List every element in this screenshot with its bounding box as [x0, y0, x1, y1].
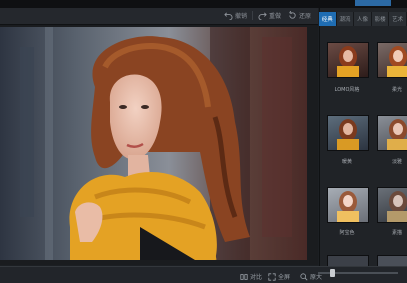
effect-preview-image — [387, 191, 407, 222]
effect-label: LOMO风格 — [334, 87, 360, 93]
effect-preview-image — [387, 46, 407, 77]
effect-preview-image — [337, 191, 359, 222]
effect-thumb[interactable] — [377, 187, 407, 223]
restore-icon — [289, 11, 296, 19]
magnifier-icon — [300, 272, 308, 280]
effect-thumb[interactable] — [327, 42, 369, 78]
restore-label: 还原 — [299, 13, 312, 20]
bottom-toolbar: 对比 全屏 原大 — [0, 266, 407, 283]
fullscreen-button[interactable]: 全屏 — [268, 272, 290, 281]
toolbar-divider — [252, 11, 253, 20]
zoom-slider-handle[interactable] — [330, 269, 335, 277]
redo-button[interactable]: 重做 — [258, 10, 281, 21]
effect-label: 阿宝色 — [339, 230, 355, 236]
edit-toolbar: 撤销 重做 还原 — [0, 8, 318, 25]
fullscreen-icon — [268, 272, 276, 281]
effect-preview-image — [337, 119, 359, 150]
effect-preview-image — [337, 46, 359, 77]
tab-classic[interactable]: 经典 — [319, 12, 337, 26]
fullscreen-label: 全屏 — [278, 274, 291, 281]
effect-label: 淡雅 — [391, 159, 402, 165]
effect-thumb[interactable] — [327, 187, 369, 223]
top-thumbnail[interactable] — [355, 0, 391, 6]
restore-button[interactable]: 还原 — [288, 10, 311, 21]
undo-label: 撤销 — [235, 13, 248, 20]
compare-icon — [240, 273, 248, 280]
undo-icon — [224, 12, 233, 20]
edited-photo[interactable] — [0, 27, 307, 260]
compare-button[interactable]: 对比 — [240, 272, 262, 281]
tab-trend[interactable]: 潮流 — [336, 12, 355, 26]
tab-art[interactable]: 艺术 — [389, 12, 407, 26]
undo-button[interactable]: 撤销 — [224, 10, 247, 21]
effect-thumb[interactable] — [327, 115, 369, 151]
photo-editor-window: 撤销 重做 还原 经典 潮流 人像 影楼 艺术 LOMO风格 柔光 暖黄 淡雅 … — [0, 0, 407, 283]
effect-label: 柔光 — [391, 87, 402, 93]
tab-portrait[interactable]: 人像 — [354, 12, 372, 26]
redo-icon — [258, 12, 267, 20]
compare-label: 对比 — [250, 274, 263, 281]
effect-label: 暖黄 — [341, 159, 352, 165]
effect-thumb[interactable] — [377, 115, 407, 151]
effect-label: 素描 — [391, 230, 402, 236]
tab-studio[interactable]: 影楼 — [371, 12, 390, 26]
title-bar — [0, 0, 407, 8]
effect-preview-image — [387, 119, 407, 150]
redo-label: 重做 — [269, 13, 282, 20]
portrait-image — [0, 27, 307, 260]
effects-tabs: 经典 潮流 人像 影楼 艺术 — [319, 12, 407, 26]
effect-thumb[interactable] — [377, 42, 407, 78]
